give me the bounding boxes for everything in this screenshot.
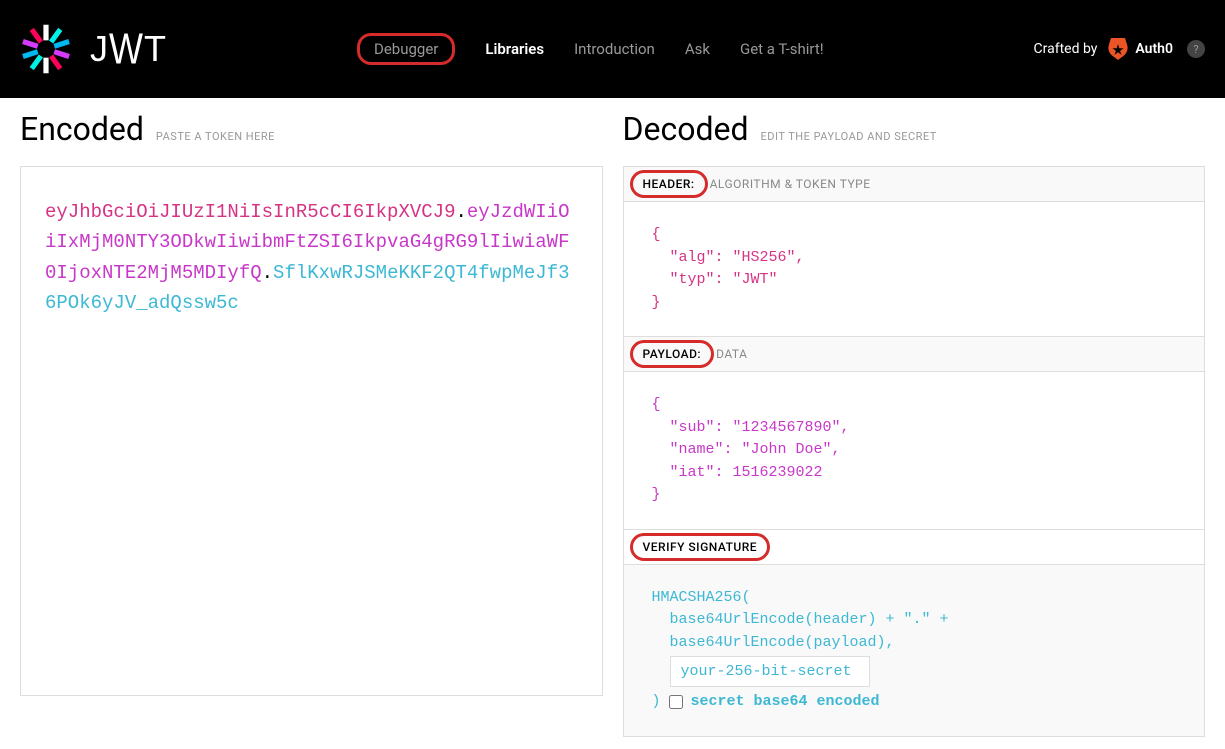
header-section: HEADER: ALGORITHM & TOKEN TYPE { "alg": … xyxy=(623,166,1206,337)
auth0-link[interactable]: Auth0 xyxy=(1107,38,1173,60)
base64-checkbox[interactable] xyxy=(669,695,683,709)
payload-section-header: PAYLOAD: DATA xyxy=(624,337,1205,372)
encoded-subtitle: PASTE A TOKEN HERE xyxy=(156,130,275,143)
signature-section-header: VERIFY SIGNATURE xyxy=(624,530,1205,565)
encoded-panel: Encoded PASTE A TOKEN HERE eyJhbGciOiJIU… xyxy=(20,110,603,737)
header-json-editor[interactable]: { "alg": "HS256", "typ": "JWT" } xyxy=(624,202,1205,336)
header-section-header: HEADER: ALGORITHM & TOKEN TYPE xyxy=(624,167,1205,202)
encoded-title-row: Encoded PASTE A TOKEN HERE xyxy=(20,110,603,148)
auth0-text: Auth0 xyxy=(1135,41,1173,57)
help-icon[interactable]: ? xyxy=(1187,40,1205,58)
nav-ask[interactable]: Ask xyxy=(685,40,710,58)
nav-tshirt[interactable]: Get a T-shirt! xyxy=(740,40,824,58)
signature-body: HMACSHA256( base64UrlEncode(header) + ".… xyxy=(624,565,1205,736)
main-content: Encoded PASTE A TOKEN HERE eyJhbGciOiJIU… xyxy=(0,98,1225,749)
sig-line1: HMACSHA256( xyxy=(652,587,1177,610)
token-text: eyJhbGciOiJIUzI1NiIsInR5cCI6IkpXVCJ9.eyJ… xyxy=(45,197,578,319)
decoded-title: Decoded xyxy=(623,110,749,148)
crafted-by-label: Crafted by xyxy=(1034,41,1098,57)
sig-line3: base64UrlEncode(payload), xyxy=(652,632,1177,655)
signature-label: VERIFY SIGNATURE xyxy=(630,533,771,561)
decoded-title-row: Decoded EDIT THE PAYLOAD AND SECRET xyxy=(623,110,1206,148)
encoded-title: Encoded xyxy=(20,110,144,148)
nav-debugger[interactable]: Debugger xyxy=(357,33,455,65)
header-label: HEADER: xyxy=(630,170,708,198)
sig-line2: base64UrlEncode(header) + "." + xyxy=(652,609,1177,632)
secret-input[interactable] xyxy=(670,656,870,687)
sig-closing-paren: ) xyxy=(652,691,661,714)
logo-text: JWT xyxy=(90,28,167,70)
logo-section: JWT xyxy=(20,23,167,75)
payload-label: PAYLOAD: xyxy=(630,340,715,368)
sig-closing-line: ) secret base64 encoded xyxy=(652,691,1177,714)
payload-section: PAYLOAD: DATA { "sub": "1234567890", "na… xyxy=(623,337,1206,530)
token-header-part: eyJhbGciOiJIUzI1NiIsInR5cCI6IkpXVCJ9 xyxy=(45,201,455,223)
main-nav: Debugger Libraries Introduction Ask Get … xyxy=(357,33,824,65)
nav-libraries[interactable]: Libraries xyxy=(485,40,544,58)
header-hint: ALGORITHM & TOKEN TYPE xyxy=(710,177,871,191)
encoded-token-input[interactable]: eyJhbGciOiJIUzI1NiIsInR5cCI6IkpXVCJ9.eyJ… xyxy=(20,166,603,696)
payload-hint: DATA xyxy=(716,347,747,361)
signature-section: VERIFY SIGNATURE HMACSHA256( base64UrlEn… xyxy=(623,530,1206,737)
header-right: Crafted by Auth0 ? xyxy=(1034,38,1205,60)
decoded-panel: Decoded EDIT THE PAYLOAD AND SECRET HEAD… xyxy=(623,110,1206,737)
nav-introduction[interactable]: Introduction xyxy=(574,40,655,58)
base64-checkbox-label: secret base64 encoded xyxy=(691,691,880,714)
payload-json-editor[interactable]: { "sub": "1234567890", "name": "John Doe… xyxy=(624,372,1205,529)
jwt-logo-icon[interactable] xyxy=(20,23,72,75)
decoded-sections: HEADER: ALGORITHM & TOKEN TYPE { "alg": … xyxy=(623,166,1206,737)
decoded-subtitle: EDIT THE PAYLOAD AND SECRET xyxy=(761,130,937,143)
auth0-icon xyxy=(1107,38,1129,60)
top-nav-bar: JWT Debugger Libraries Introduction Ask … xyxy=(0,0,1225,98)
